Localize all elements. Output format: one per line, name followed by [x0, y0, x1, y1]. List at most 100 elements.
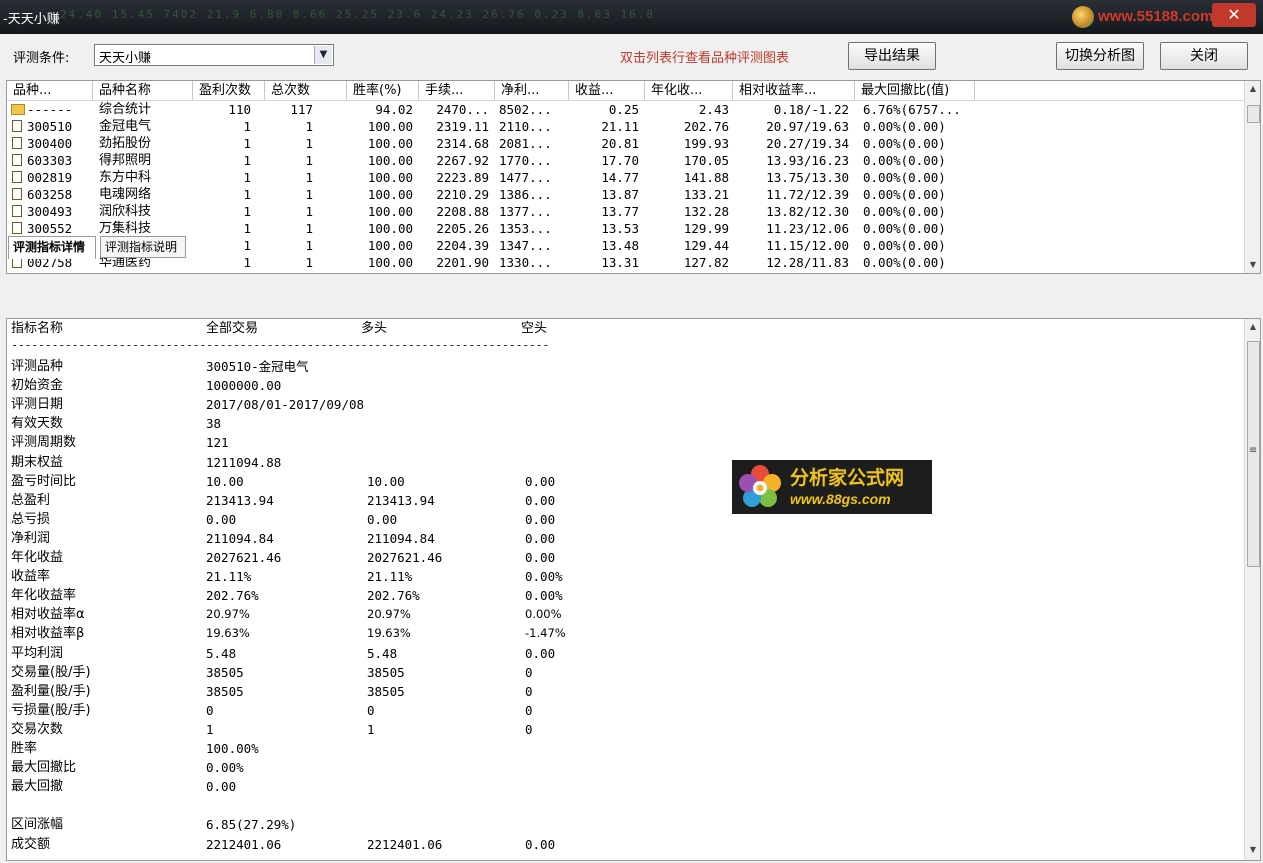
column-header[interactable]: 相对收益率...	[733, 81, 855, 100]
table-row[interactable]: 002758 华通医药 1 1 100.00 2201.90 1330... 13.31 127…	[7, 254, 1244, 271]
cell-fee: 2319.11	[436, 119, 489, 134]
export-button[interactable]: 导出结果	[848, 42, 936, 70]
cell-maxdd: 0.00%(0.00)	[863, 238, 946, 253]
switch-chart-button[interactable]: 切换分析图	[1056, 42, 1144, 70]
detail-all-value: 20.97%	[206, 607, 250, 622]
detail-long-value: 38505	[367, 683, 405, 699]
cell-net: 1477...	[499, 170, 552, 185]
column-header[interactable]: 净利...	[495, 81, 569, 100]
detail-scrollbar[interactable]: ▲ ≡ ▼	[1244, 319, 1260, 860]
detail-label: 成交额	[11, 836, 51, 852]
cell-total: 1	[305, 187, 313, 202]
cell-wins: 1	[243, 136, 251, 151]
detail-label: 评测日期	[11, 397, 64, 413]
list-scrollbar[interactable]: ▲ ▼	[1244, 81, 1260, 273]
cell-name: 万集科技	[99, 221, 152, 236]
column-header[interactable]: 总次数	[265, 81, 347, 100]
table-row[interactable]: ------ 综合统计 110 117 94.02 2470... 8502... 0.25 2…	[7, 101, 1244, 118]
detail-label: 初始资金	[11, 378, 64, 394]
cell-ret: 13.77	[601, 204, 639, 219]
scroll-up-icon[interactable]: ▲	[1245, 319, 1260, 335]
column-header[interactable]: 最大回撤比(值)	[855, 81, 975, 100]
cell-wins: 1	[243, 204, 251, 219]
detail-long-value: 211094.84	[367, 530, 435, 546]
cell-wins: 1	[243, 238, 251, 253]
detail-all-value: 21.11%	[206, 569, 252, 585]
detail-label: 胜率	[11, 741, 38, 756]
detail-short-value: 0.00	[525, 473, 556, 489]
condition-value: 天天小赚	[99, 51, 152, 66]
table-row[interactable]: 603303 得邦照明 1 1 100.00 2267.92 1770... 17.70 170…	[7, 152, 1244, 169]
detail-short-value: 0.00%	[525, 569, 563, 585]
detail-long-value: 2212401.06	[367, 836, 443, 852]
cell-annual: 202.76	[683, 119, 729, 134]
chevron-down-icon[interactable]: ▼	[314, 46, 332, 64]
cell-winrate: 100.00	[367, 204, 413, 219]
tab-indicator-description[interactable]: 评测指标说明	[100, 236, 186, 258]
cell-annual: 199.93	[683, 136, 729, 151]
table-row[interactable]: 300510 金冠电气 1 1 100.00 2319.11 2110... 21.11 202…	[7, 118, 1244, 135]
column-header[interactable]: 盈利次数	[193, 81, 265, 100]
detail-label: 收益率	[11, 569, 51, 585]
column-header[interactable]: 品种...	[7, 81, 93, 100]
table-row[interactable]: 603258 电魂网络 1 1 100.00 2210.29 1386... 13.87 133…	[7, 186, 1244, 203]
table-row[interactable]: 002819 东方中科 1 1 100.00 2223.89 1477... 14.77 141…	[7, 169, 1244, 186]
cell-total: 1	[305, 170, 313, 185]
detail-short-value: 0.00	[525, 836, 556, 852]
cell-code: 300510	[27, 119, 73, 134]
cell-ret: 14.77	[601, 170, 639, 185]
cell-annual: 129.44	[683, 238, 729, 253]
table-row[interactable]: 1 1 100.00 2204.39 1347... 13.48 129.44 11.15/1…	[7, 237, 1244, 254]
cell-annual: 141.88	[683, 170, 729, 185]
cell-net: 1347...	[499, 238, 552, 253]
cell-rel: 13.93/16.23	[766, 153, 849, 168]
cell-net: 2110...	[499, 119, 552, 134]
cell-code: 300552	[27, 221, 73, 236]
cell-winrate: 100.00	[367, 170, 413, 185]
cell-net: 1386...	[499, 187, 552, 202]
background-ticker: 24.40 15.45 7402 21.9 6.80 8.66 25.25 23…	[60, 8, 655, 21]
cell-fee: 2470...	[436, 102, 489, 117]
cell-ret: 13.31	[601, 255, 639, 270]
watermark-text: www.55188.com	[1098, 8, 1214, 25]
scroll-up-icon[interactable]: ▲	[1245, 81, 1260, 97]
cell-annual: 129.99	[683, 221, 729, 236]
detail-short-value: 0.00	[525, 645, 556, 661]
cell-total: 1	[305, 221, 313, 236]
column-header[interactable]: 胜率(%)	[347, 81, 419, 100]
cell-winrate: 100.00	[367, 153, 413, 168]
cell-net: 1377...	[499, 204, 552, 219]
detail-label: 年化收益率	[11, 588, 77, 604]
condition-select[interactable]: 天天小赚 ▼	[94, 44, 334, 66]
column-header[interactable]: 手续...	[419, 81, 495, 100]
detail-label: 评测品种	[11, 359, 64, 374]
cell-fee: 2223.89	[436, 170, 489, 185]
detail-all-value: 211094.84	[206, 530, 274, 546]
table-row[interactable]: 300493 润欣科技 1 1 100.00 2208.88 1377... 13.77 132…	[7, 203, 1244, 220]
column-header[interactable]: 收益...	[569, 81, 645, 100]
scroll-down-icon[interactable]: ▼	[1245, 842, 1260, 858]
watermark-logo-icon	[1072, 6, 1094, 28]
site-logo: 分析家公式网 www.88gs.com	[732, 460, 932, 514]
column-header[interactable]: 年化收...	[645, 81, 733, 100]
cell-name: 润欣科技	[99, 204, 152, 219]
scroll-down-icon[interactable]: ▼	[1245, 257, 1260, 273]
grip-icon: ≡	[1248, 445, 1258, 456]
close-button[interactable]: 关闭	[1160, 42, 1248, 70]
cell-rel: 13.82/12.30	[766, 204, 849, 219]
detail-header-all: 全部交易	[206, 321, 259, 336]
detail-label: 总亏损	[11, 511, 51, 527]
tab-indicator-details[interactable]: 评测指标详情	[8, 236, 96, 259]
cell-ret: 13.87	[601, 187, 639, 202]
scroll-thumb[interactable]	[1247, 105, 1260, 123]
cell-maxdd: 0.00%(0.00)	[863, 170, 946, 185]
cell-name: 劲拓股份	[99, 136, 152, 151]
results-table[interactable]: 品种... 品种名称 盈利次数 总次数 胜率(%) 手续... 净利... 收益... 年化收.…	[6, 80, 1261, 274]
table-row[interactable]: 300552 万集科技 1 1 100.00 2205.26 1353... 13.53 129…	[7, 220, 1244, 237]
detail-label: 有效天数	[11, 416, 64, 432]
column-header[interactable]: 品种名称	[93, 81, 193, 100]
table-row[interactable]: 300400 劲拓股份 1 1 100.00 2314.68 2081... 20.81 199…	[7, 135, 1244, 152]
window-close-icon[interactable]: ✕	[1212, 3, 1256, 27]
detail-all-value: 5.48	[206, 645, 237, 661]
detail-all-value: 38505	[206, 683, 244, 699]
